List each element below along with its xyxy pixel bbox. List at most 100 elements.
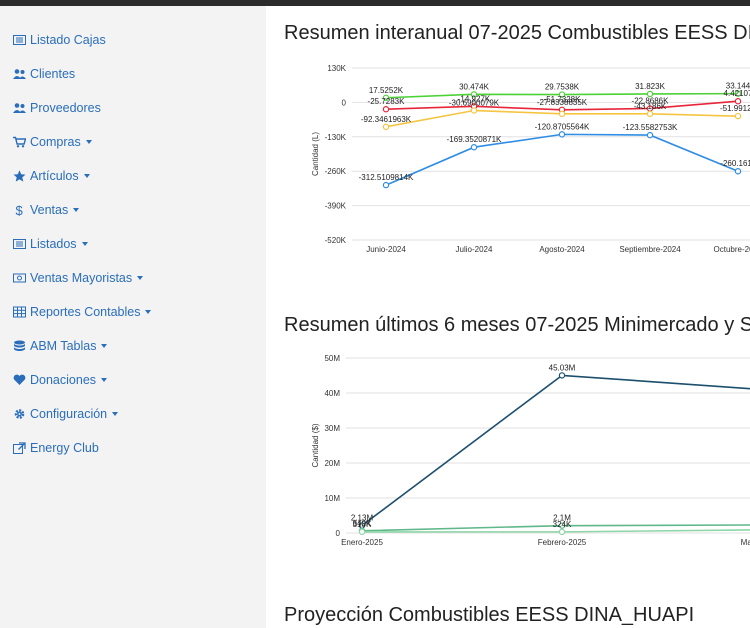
sidebar-item-compras[interactable]: Compras: [13, 132, 92, 152]
sidebar-item-label: Ventas Mayoristas: [30, 271, 133, 285]
sidebar-item-label: Energy Club: [30, 441, 99, 455]
sidebar-item-articulos[interactable]: Artículos: [13, 166, 90, 186]
sidebar-item-label: Compras: [30, 135, 81, 149]
external-link-icon: [13, 442, 26, 454]
sidebar-item-clientes[interactable]: Clientes: [13, 64, 75, 84]
data-label: 4.42107: [724, 89, 750, 98]
sidebar-item-label: Proveedores: [30, 101, 101, 115]
data-label: -92.3461963K: [361, 115, 412, 124]
data-label: 29.7538K: [545, 83, 580, 92]
data-point: [470, 144, 478, 151]
data-point: [646, 131, 654, 139]
y-tick-label: 0: [342, 98, 347, 107]
sidebar-item-donaciones[interactable]: Donaciones: [13, 370, 108, 390]
sidebar-item-label: Reportes Contables: [30, 305, 141, 319]
x-tick-label: Febrero-2025: [538, 538, 587, 547]
y-tick-label: -260K: [325, 167, 347, 176]
list-icon: [13, 34, 26, 46]
table-icon: [13, 306, 26, 318]
caret-down-icon: [73, 208, 80, 212]
caret-down-icon: [85, 140, 92, 144]
y-tick-label: -390K: [325, 202, 347, 211]
x-tick-label: Julio-2024: [456, 245, 493, 254]
users-icon: [13, 68, 26, 80]
sidebar-item-configuracion[interactable]: Configuración: [13, 404, 119, 424]
data-label: -312.5109814K: [359, 173, 414, 182]
x-tick-label: Marzo-2025: [741, 538, 750, 547]
sidebar-item-ventas-mayoristas[interactable]: Ventas Mayoristas: [13, 268, 144, 288]
sidebar-item-label: Configuración: [30, 407, 108, 421]
data-point: [558, 372, 566, 379]
sidebar-item-listado-cajas[interactable]: Listado Cajas: [13, 30, 106, 50]
caret-down-icon: [137, 276, 144, 280]
x-tick-label: Junio-2024: [366, 245, 406, 254]
data-label: 45.03M: [549, 363, 576, 372]
data-label: -169.3520871K: [447, 135, 502, 144]
y-tick-label: 40M: [324, 389, 340, 398]
sidebar-item-ventas[interactable]: $ Ventas: [13, 200, 80, 220]
data-label: 30.474K: [459, 82, 489, 91]
data-point: [358, 528, 366, 536]
money-icon: [13, 272, 26, 284]
sidebar-item-listados[interactable]: Listados: [13, 234, 88, 254]
data-label: -43.186K: [634, 102, 667, 111]
sidebar-item-reportes-contables[interactable]: Reportes Contables: [13, 302, 152, 322]
series-line: [385, 133, 739, 186]
caret-down-icon: [83, 174, 90, 178]
data-label: -30.6900079K: [449, 99, 500, 108]
data-label: -120.8705564K: [535, 122, 590, 131]
data-label: 324K: [553, 520, 572, 529]
sidebar-item-label: Donaciones: [30, 373, 97, 387]
sidebar-item-proveedores[interactable]: Proveedores: [13, 98, 101, 118]
section-title-projection: Proyección Combustibles EESS DINA_HUAPI: [284, 604, 695, 626]
main-content: Resumen interanual 07-2025 Combustibles …: [266, 6, 750, 628]
y-tick-label: 10M: [324, 494, 340, 503]
section-title-interanual: Resumen interanual 07-2025 Combustibles …: [284, 22, 750, 44]
minimarket-six-month-chart: 0 10M 20M 30M 40M 50M Cantidad ($) Enero-2025 Fe…: [311, 354, 750, 547]
list-icon: [13, 238, 26, 250]
data-label: 17.5252K: [369, 86, 404, 95]
y-axis-label: Cantidad ($): [311, 423, 320, 467]
data-point: [734, 112, 742, 120]
sidebar-item-energy-club[interactable]: Energy Club: [13, 438, 99, 458]
data-label: -123.5582753K: [623, 123, 678, 132]
data-label: -260.1611: [720, 159, 750, 168]
caret-down-icon: [145, 310, 152, 314]
y-tick-label: -130K: [325, 133, 347, 142]
users-icon: [13, 102, 26, 114]
fuel-interannual-chart: 130K 0 -130K -260K -390K -520K Cantidad (L) Jun…: [311, 64, 750, 254]
dollar-icon: $: [13, 204, 26, 216]
sidebar-item-label: Listado Cajas: [30, 33, 106, 47]
data-label: -25.7283K: [368, 97, 406, 106]
x-tick-label: Enero-2025: [341, 538, 383, 547]
y-tick-label: -520K: [325, 236, 347, 245]
gear-icon: [13, 408, 26, 420]
data-label: -51.7328K: [544, 95, 582, 104]
y-tick-label: 30M: [324, 424, 340, 433]
series-line: [361, 529, 750, 533]
sidebar-item-label: ABM Tablas: [30, 339, 97, 353]
caret-down-icon: [81, 242, 88, 246]
data-label: 310K: [353, 520, 372, 529]
caret-down-icon: [101, 344, 108, 348]
x-tick-label: Octubre-2024: [714, 245, 750, 254]
heart-icon: [13, 374, 26, 386]
data-point: [646, 110, 654, 118]
sidebar-item-label: Ventas: [30, 203, 69, 217]
y-tick-label: 20M: [324, 459, 340, 468]
data-point: [382, 123, 390, 131]
y-axis-label: Cantidad (L): [311, 132, 320, 176]
data-point: [470, 107, 478, 114]
data-label: -51.99127: [720, 104, 750, 113]
svg-text:$: $: [16, 204, 24, 216]
y-tick-label: 50M: [324, 354, 340, 363]
y-tick-label: 0: [336, 529, 341, 538]
sidebar-item-label: Artículos: [30, 169, 79, 183]
data-label: 31.823K: [635, 82, 665, 91]
data-point: [558, 528, 566, 536]
sidebar: Listado Cajas Clientes Proveedores Compras A…: [0, 6, 266, 628]
data-point: [382, 106, 390, 113]
sidebar-item-abm-tablas[interactable]: ABM Tablas: [13, 336, 108, 356]
database-icon: [13, 340, 26, 352]
caret-down-icon: [101, 378, 108, 382]
